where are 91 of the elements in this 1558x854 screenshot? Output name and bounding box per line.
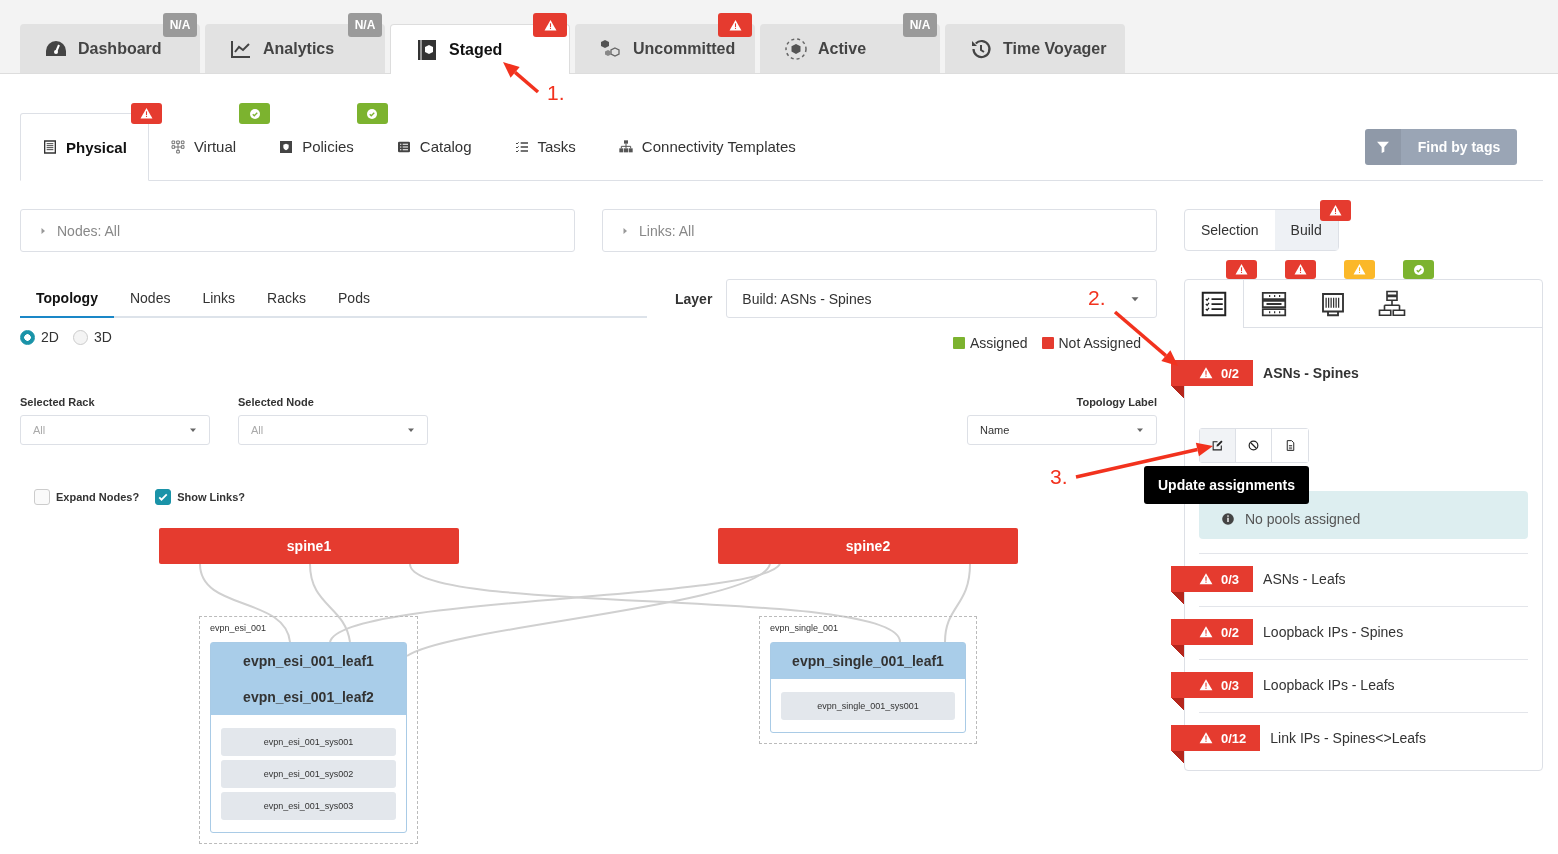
system-node[interactable]: evpn_esi_001_sys002 <box>221 760 396 788</box>
warning-icon <box>543 18 557 32</box>
radio-button[interactable] <box>72 329 88 345</box>
warning-icon <box>1199 731 1213 745</box>
annotation-label: 3. <box>1050 465 1068 488</box>
resource-label[interactable]: Loopback IPs - Leafs <box>1263 672 1395 698</box>
filter-bar[interactable]: Links: All <box>602 209 1157 252</box>
warning-icon <box>139 107 153 120</box>
field-label: Selected Node <box>238 396 315 408</box>
radio-button[interactable] <box>20 329 35 345</box>
nav-tab[interactable]: Staged <box>390 24 570 74</box>
view-tab[interactable]: Racks <box>251 279 322 318</box>
leaf-node[interactable]: evpn_esi_001_leaf1 <box>211 643 406 679</box>
check-icon <box>1412 263 1425 276</box>
nav-tab[interactable]: Time Voyager <box>945 24 1125 73</box>
rack-label: evpn_esi_001 <box>210 622 268 635</box>
check-icon <box>157 491 170 503</box>
warning-icon <box>1199 366 1213 380</box>
annotation-label: 1. <box>547 81 565 104</box>
annotation-arrow <box>503 62 540 94</box>
resource-label[interactable]: ASNs - Spines <box>1263 360 1359 386</box>
section-tab[interactable]: Virtual <box>148 113 258 180</box>
rack-label: evpn_single_001 <box>770 622 840 635</box>
field-label: Selected Rack <box>20 396 96 408</box>
resource-label[interactable]: ASNs - Leafs <box>1263 566 1346 592</box>
annotation-label: 2. <box>1088 286 1106 309</box>
tooltip: Update assignments <box>1144 466 1309 504</box>
checkbox-label: Expand Nodes? <box>56 491 140 503</box>
warning-icon <box>728 18 742 32</box>
legend-label: Assigned <box>969 335 1028 351</box>
section-tab[interactable]: Catalog <box>374 113 493 180</box>
warning-icon <box>1199 625 1213 639</box>
leaf-node[interactable]: evpn_esi_001_leaf2 <box>211 679 406 715</box>
filter-bar[interactable]: Nodes: All <box>20 209 575 252</box>
server-list-icon <box>42 139 58 155</box>
status-badge: N/A <box>163 13 197 37</box>
resource-label[interactable]: Link IPs - Spines<>Leafs <box>1270 725 1426 751</box>
mode-tab[interactable]: Build <box>1274 210 1338 250</box>
mode-tab[interactable]: Selection <box>1185 210 1275 250</box>
count-text: 0/2 <box>1221 365 1240 381</box>
warning-icon <box>1235 263 1248 276</box>
network-icon <box>169 138 186 155</box>
checkbox[interactable] <box>34 489 50 505</box>
system-node[interactable]: evpn_single_001_sys001 <box>781 692 955 720</box>
info-text: No pools assigned <box>1245 511 1361 527</box>
spine-node[interactable]: spine2 <box>718 528 1018 564</box>
view-tab[interactable]: Pods <box>322 279 386 318</box>
hierarchy-icon <box>617 138 634 155</box>
view-tab[interactable]: Links <box>186 279 252 318</box>
ban-icon <box>1247 439 1260 452</box>
network-icon <box>1376 288 1407 319</box>
leaf-node[interactable]: evpn_single_001_leaf1 <box>771 643 965 679</box>
info-icon <box>1221 512 1235 526</box>
view-tab[interactable]: Nodes <box>113 279 187 318</box>
legend-label: Not Assigned <box>1058 335 1141 351</box>
section-tab[interactable]: Connectivity Templates <box>596 113 817 180</box>
select-field[interactable]: Name <box>967 415 1157 445</box>
count-text: 0/2 <box>1221 624 1240 640</box>
check-icon <box>248 107 261 120</box>
field-label: Topology Label <box>1076 396 1157 408</box>
warning-icon <box>1199 572 1213 586</box>
warning-icon <box>1294 263 1307 276</box>
status-badge: N/A <box>348 13 382 37</box>
radio-label: 2D <box>41 329 59 345</box>
resource-label[interactable]: Loopback IPs - Spines <box>1263 619 1404 645</box>
edit-icon <box>1211 439 1224 452</box>
section-tab[interactable]: Physical <box>20 113 149 181</box>
layer-label: Layer <box>675 290 713 307</box>
section-tab[interactable]: Policies <box>257 113 375 180</box>
warning-icon <box>1353 263 1366 276</box>
box-icon <box>415 37 439 62</box>
checkbox-label: Show Links? <box>177 491 245 503</box>
radio-label: 3D <box>93 329 112 345</box>
checkbox[interactable] <box>155 489 172 505</box>
spine-node[interactable]: spine1 <box>159 528 459 564</box>
checklist-icon <box>1199 289 1229 319</box>
system-node[interactable]: evpn_esi_001_sys003 <box>221 792 396 820</box>
section-tab[interactable]: Tasks <box>492 113 597 180</box>
check-icon <box>366 107 379 120</box>
warning-icon <box>1199 678 1213 692</box>
count-text: 0/3 <box>1221 571 1240 587</box>
status-badge: N/A <box>903 13 937 37</box>
count-text: 0/3 <box>1221 677 1240 693</box>
cube-icon <box>784 36 808 61</box>
nav-tab[interactable]: Uncommitted <box>575 24 755 73</box>
view-tab[interactable]: Topology <box>20 279 114 318</box>
tool-button[interactable] <box>1200 429 1236 462</box>
system-node[interactable]: evpn_esi_001_sys001 <box>221 728 396 756</box>
shield-icon <box>278 138 295 155</box>
count-text: 0/12 <box>1221 730 1247 746</box>
warning-icon <box>1328 204 1342 217</box>
